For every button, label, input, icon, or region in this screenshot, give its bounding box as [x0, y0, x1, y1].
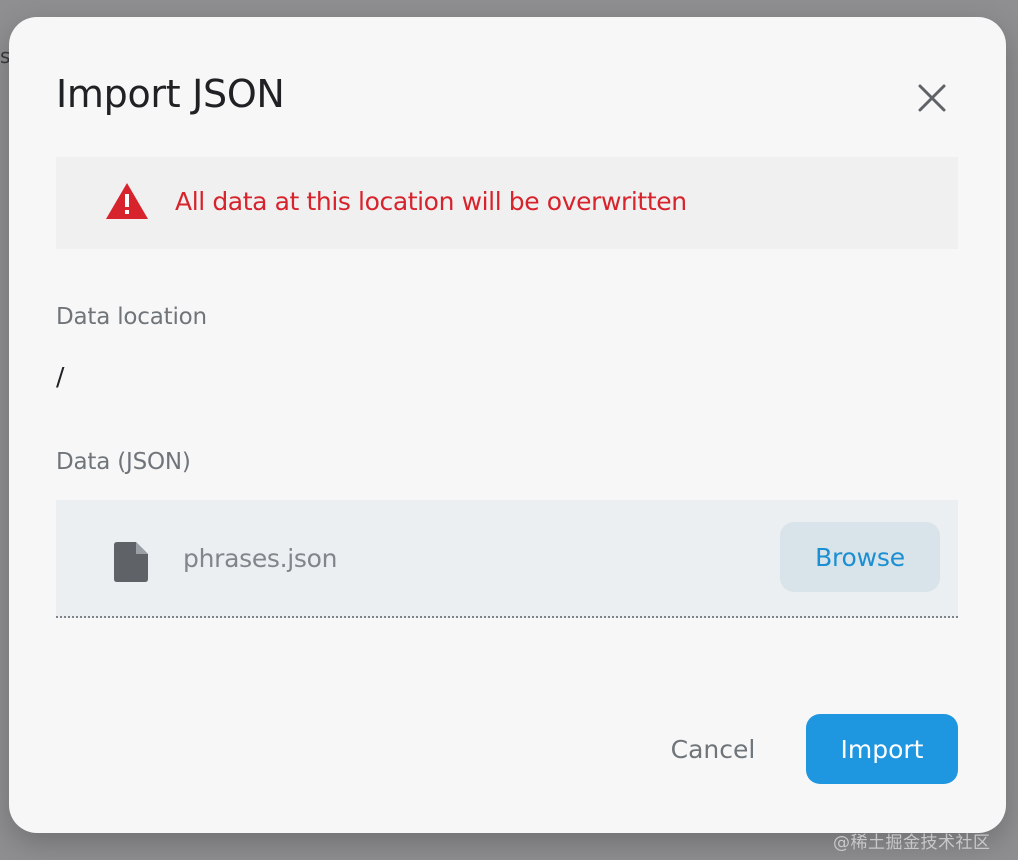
warning-icon [106, 183, 148, 219]
close-icon [918, 84, 946, 112]
data-location-value: / [56, 362, 65, 391]
file-input[interactable]: phrases.json Browse [56, 500, 958, 618]
cancel-button[interactable]: Cancel [649, 714, 777, 784]
selected-file-name: phrases.json [183, 544, 338, 573]
data-location-label: Data location [56, 304, 207, 330]
file-icon [114, 542, 148, 582]
watermark-text: @稀土掘金技术社区 [833, 833, 991, 853]
dialog-title: Import JSON [56, 72, 285, 116]
import-json-dialog: Import JSON All data at this location wi… [9, 17, 1006, 833]
close-button[interactable] [906, 72, 958, 124]
data-json-label: Data (JSON) [56, 449, 191, 475]
warning-message: All data at this location will be overwr… [175, 187, 687, 216]
warning-banner: All data at this location will be overwr… [56, 157, 958, 249]
browse-button[interactable]: Browse [780, 522, 940, 592]
import-button[interactable]: Import [806, 714, 958, 784]
